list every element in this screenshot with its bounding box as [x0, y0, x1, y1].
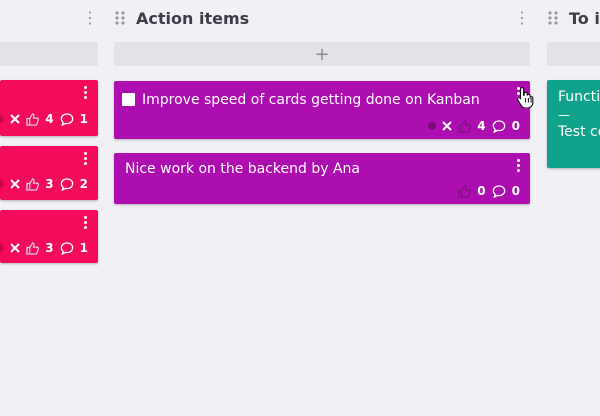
card-text: Nice work on the backend by Ana	[125, 161, 361, 177]
thumbs-up-icon[interactable]	[26, 177, 40, 191]
card-text: Improve speed of cards getting done on K…	[142, 92, 480, 108]
comment-icon[interactable]	[492, 119, 506, 133]
card-text-line: Test co	[558, 124, 600, 140]
dot-icon	[0, 115, 5, 123]
like-count: 4	[45, 112, 54, 126]
column-menu-icon[interactable]: ⋮	[82, 10, 98, 26]
comment-count: 0	[511, 184, 520, 198]
column-menu-icon[interactable]: ⋮	[514, 10, 530, 26]
like-count: 4	[477, 119, 486, 133]
hand-cursor-icon	[517, 86, 534, 108]
like-count: 3	[45, 177, 54, 191]
add-card-button[interactable]: +	[114, 42, 530, 66]
card-text-line: —	[558, 108, 570, 122]
comment-count: 1	[79, 112, 88, 126]
dot-icon	[428, 122, 437, 130]
drag-handle-icon[interactable]	[547, 11, 559, 25]
comment-icon[interactable]	[60, 177, 74, 191]
thumbs-up-icon[interactable]	[26, 241, 40, 255]
add-card-bar[interactable]	[547, 42, 600, 66]
card[interactable]: Improve speed of cards getting done on K…	[114, 81, 530, 139]
card[interactable]: Functio — Test co	[547, 80, 600, 168]
card-menu-icon[interactable]	[517, 159, 521, 172]
card[interactable]: 4 1	[0, 80, 98, 136]
card-footer: 3 1	[0, 241, 88, 255]
comment-count: 0	[511, 119, 520, 133]
delete-icon[interactable]	[10, 243, 20, 253]
card-checkbox[interactable]	[122, 93, 135, 106]
dot-icon	[0, 180, 5, 188]
card-footer: 0 0	[458, 184, 520, 198]
like-count: 3	[45, 241, 54, 255]
card-text-line: Functio	[558, 89, 600, 105]
delete-icon[interactable]	[10, 114, 20, 124]
card-menu-icon[interactable]	[84, 216, 88, 229]
like-count: 0	[477, 184, 486, 198]
column-header: To in	[547, 0, 600, 36]
comment-count: 1	[79, 241, 88, 255]
delete-icon[interactable]	[10, 179, 20, 189]
comment-icon[interactable]	[60, 241, 74, 255]
column-title: To in	[569, 8, 600, 28]
card[interactable]: Nice work on the backend by Ana 0 0	[114, 153, 530, 204]
comment-icon[interactable]	[492, 184, 506, 198]
card[interactable]: 3 1	[0, 210, 98, 263]
column-title: Action items	[136, 8, 250, 28]
card[interactable]: 3 2	[0, 146, 98, 200]
card-footer: 3 2	[0, 177, 88, 191]
thumbs-up-icon[interactable]	[26, 112, 40, 126]
card-footer: 4 0	[428, 119, 520, 133]
column-header: Action items	[114, 0, 249, 36]
add-card-bar[interactable]	[0, 42, 98, 66]
plus-icon: +	[314, 43, 330, 65]
drag-handle-icon[interactable]	[114, 11, 126, 25]
dot-icon	[0, 244, 5, 252]
comment-icon[interactable]	[60, 112, 74, 126]
comment-count: 2	[79, 177, 88, 191]
card-menu-icon[interactable]	[84, 152, 88, 165]
card-menu-icon[interactable]	[84, 86, 88, 99]
thumbs-up-icon[interactable]	[458, 119, 472, 133]
delete-icon[interactable]	[442, 121, 452, 131]
card-footer: 4 1	[0, 112, 88, 126]
thumbs-up-icon[interactable]	[458, 184, 472, 198]
